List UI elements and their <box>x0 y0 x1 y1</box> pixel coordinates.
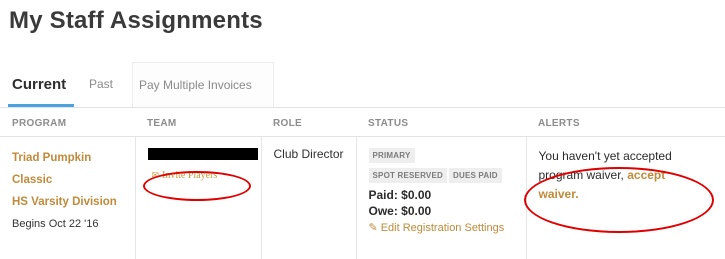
paid-amount: Paid: $0.00 <box>369 187 520 203</box>
tab-divider <box>0 107 725 108</box>
alert-message: You haven't yet accepted program waiver,… <box>539 147 709 204</box>
team-cell: ✉Invite Players <box>135 137 261 259</box>
header-status: STATUS <box>356 110 526 137</box>
table-row: Triad Pumpkin Classic HS Varsity Divisio… <box>0 137 725 259</box>
redacted-team-name <box>148 148 258 160</box>
invite-players-label[interactable]: Invite Players <box>162 170 217 181</box>
tab-current[interactable]: Current <box>12 62 74 107</box>
status-cell: PRIMARY SPOT RESERVEDDUES PAID Paid: $0.… <box>356 137 526 259</box>
tab-past[interactable]: Past <box>89 62 121 107</box>
pencil-edit-icon: ✎ <box>369 222 378 234</box>
program-name-line2[interactable]: HS Varsity Division <box>12 191 129 213</box>
header-role: ROLE <box>261 110 356 137</box>
edit-registration-settings-link[interactable]: ✎Edit Registration Settings <box>369 219 520 237</box>
header-team: TEAM <box>135 110 261 137</box>
invite-players-link[interactable]: ✉Invite Players <box>152 170 218 181</box>
tab-pay-multiple-invoices[interactable]: Pay Multiple Invoices <box>132 62 274 107</box>
edit-registration-label[interactable]: Edit Registration Settings <box>381 222 505 234</box>
tab-bar: Current Past Pay Multiple Invoices <box>0 62 725 107</box>
program-name-line1[interactable]: Triad Pumpkin Classic <box>12 147 129 191</box>
table-header-row: PROGRAM TEAM ROLE STATUS ALERTS <box>0 110 725 137</box>
role-cell: Club Director <box>261 137 356 259</box>
role-value: Club Director <box>274 147 350 161</box>
alerts-cell: You haven't yet accepted program waiver,… <box>526 137 725 259</box>
program-link[interactable]: Triad Pumpkin Classic HS Varsity Divisio… <box>12 147 129 213</box>
status-badge: DUES PAID <box>449 168 502 183</box>
header-program: PROGRAM <box>0 110 135 137</box>
envelope-icon: ✉ <box>152 170 160 180</box>
header-alerts: ALERTS <box>526 110 725 137</box>
status-badge: SPOT RESERVED <box>369 168 447 183</box>
program-cell: Triad Pumpkin Classic HS Varsity Divisio… <box>0 137 135 259</box>
assignments-table: PROGRAM TEAM ROLE STATUS ALERTS Triad Pu… <box>0 110 725 259</box>
owe-amount: Owe: $0.00 <box>369 203 520 219</box>
status-badge: PRIMARY <box>369 148 415 163</box>
page-title: My Staff Assignments <box>9 7 263 35</box>
program-start-date: Begins Oct 22 '16 <box>12 213 129 235</box>
